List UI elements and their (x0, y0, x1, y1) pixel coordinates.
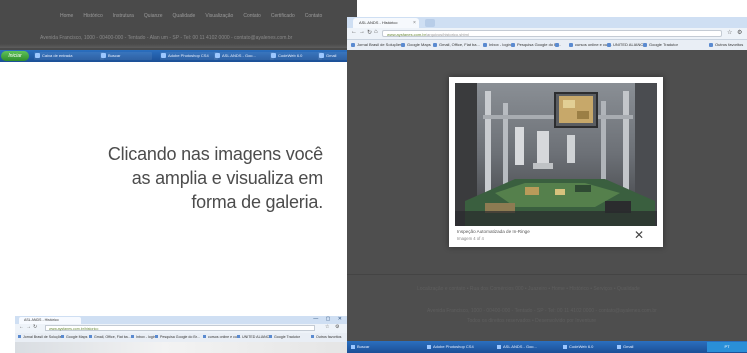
bookmark-item[interactable]: Jornal Brasil de Soluções (351, 41, 402, 49)
nav-link[interactable]: Qualidade (173, 13, 196, 19)
bookmark-item[interactable]: Google Maps (61, 334, 87, 341)
taskbar-item[interactable]: CodeWeb 6.0 (270, 52, 322, 60)
bookmark-item[interactable]: Google Tradutor (643, 41, 678, 49)
forward-icon[interactable]: → (359, 29, 365, 35)
website-nav: Home Histórico Instrutura Quianze Qualid… (60, 13, 322, 19)
bookmark-item[interactable]: Gmail, Office, Fiat ba... (89, 334, 131, 341)
windows-taskbar: Iniciar Caixa de entrada Buscar Adobe Ph… (0, 50, 363, 62)
browser-tab[interactable]: ASL ANDS - Histórico (19, 317, 81, 324)
photo-counter: Imagem 4 of 4 (457, 236, 484, 241)
bookmark-item[interactable]: Outros favoritos (709, 41, 743, 49)
home-icon[interactable]: ⌂ (374, 29, 378, 35)
taskbar-item[interactable]: Adobe Photoshop CS4 (427, 343, 474, 351)
taskbar-item[interactable]: Buscar (351, 343, 369, 351)
bookmark-item[interactable]: Jornal Brasil de Soluções (18, 334, 64, 341)
address-bar[interactable]: www.aysfanes.com.br/arquivos/historico.s… (382, 30, 722, 37)
bookmarks-bar: Jornal Brasil de Soluções Google Maps Gm… (347, 40, 747, 50)
url-host: www.aysfanes.com.br (387, 32, 426, 37)
address-bar[interactable]: www.aysfanes.com.br/historico (45, 325, 315, 331)
wrench-icon[interactable]: ⚙ (335, 324, 339, 330)
page-content (15, 342, 347, 353)
nav-link[interactable]: Contato (243, 13, 261, 19)
bookmark-item[interactable]: cursos online e cur... (569, 41, 612, 49)
taskbar-item[interactable]: Gmail (617, 343, 633, 351)
bookmark-item[interactable]: Gmail, Office, Fiat ba... (433, 41, 480, 49)
browser-tab[interactable]: ASL ANDS - Histórico × (353, 18, 419, 28)
caption-line: forma de galeria. (191, 192, 323, 212)
caption-line: as amplia e visualiza em (131, 168, 323, 188)
footer-divider (347, 274, 747, 275)
url-path: /arquivos/historico.shtml (425, 32, 469, 37)
footer-text: Avenida Francisco, 1000 - 00400-000 - Te… (427, 308, 657, 314)
bookmark-item[interactable]: Google Tradutor (269, 334, 300, 341)
star-icon[interactable]: ☆ (325, 324, 329, 330)
tab-title: ASL ANDS - Histórico (359, 20, 398, 25)
nav-link[interactable]: Quianze (144, 13, 163, 19)
header-fade (0, 44, 357, 48)
instruction-caption: Clicando nas imagens você as amplia e vi… (0, 142, 323, 214)
footer-text: Localização e contato • Rua dos Comércio… (417, 286, 640, 292)
bookmark-item[interactable]: UNITED ALIANCE (607, 41, 646, 49)
taskbar-item[interactable]: Buscar (100, 52, 152, 60)
nav-link[interactable]: Visualização (205, 13, 233, 19)
caption-line: Clicando nas imagens você (107, 144, 323, 164)
reload-icon[interactable]: ↻ (367, 29, 372, 36)
nav-link[interactable]: Home (60, 13, 73, 19)
website-address: Avenida Francisco, 1000 - 00400-000 - Te… (40, 35, 293, 41)
bookmark-item[interactable]: Google Maps (401, 41, 431, 49)
bookmarks-bar: Jornal Brasil de Soluções Google Maps Gm… (15, 333, 347, 342)
nav-link[interactable]: Histórico (83, 13, 102, 19)
bookmark-item[interactable]: Inbox - login (131, 334, 156, 341)
bookmark-item[interactable]: Pesquisa Google do Br... (155, 334, 200, 341)
bookmark-item[interactable]: cursos online e cur... (203, 334, 241, 341)
star-icon[interactable]: ☆ (727, 29, 732, 36)
footer-text: Todos os direitos reservados • Desenvolv… (467, 318, 597, 324)
bookmark-item[interactable]: Inbox - login (483, 41, 511, 49)
taskbar-item[interactable]: ASL ANDS - Goo... (214, 52, 274, 60)
taskbar-item[interactable]: Caixa de entrada (34, 52, 104, 60)
browser-toolbar: ← → ↻ ⌂ www.aysfanes.com.br/arquivos/his… (347, 28, 747, 40)
website-header: Home Histórico Instrutura Quianze Qualid… (0, 0, 357, 50)
gallery-lightbox: Inspeção Automatizada de In-Ringe Imagem… (449, 77, 663, 247)
taskbar-item[interactable]: Adobe Photoshop CS4 (160, 52, 218, 60)
wrench-icon[interactable]: ⚙ (737, 29, 742, 36)
inspection-machine-photo (455, 83, 657, 226)
bookmark-item[interactable]: Pesquisa Google do Br... (511, 41, 561, 49)
taskbar-item[interactable]: ASL ANDS - Goo... (497, 343, 537, 351)
tab-strip: ASL ANDS - Histórico × (347, 17, 747, 28)
nav-link[interactable]: Instrutura (113, 13, 134, 19)
browser-window-bottom: ASL ANDS - Histórico — ▢ ✕ ← → ↻ www.ays… (15, 316, 347, 353)
bookmark-item[interactable]: Outros favoritos (311, 334, 341, 341)
new-tab-button[interactable] (425, 19, 435, 27)
close-tab-icon[interactable]: × (413, 18, 416, 28)
forward-icon[interactable]: → (26, 324, 31, 330)
nav-link[interactable]: Contato (305, 13, 323, 19)
bookmark-item[interactable]: UNITED ALIANCE (237, 334, 272, 341)
start-button[interactable]: Iniciar (1, 51, 29, 61)
tab-strip: ASL ANDS - Histórico — ▢ ✕ (15, 316, 347, 324)
bookmark-item[interactable] (555, 41, 561, 49)
back-icon[interactable]: ← (351, 29, 357, 35)
windows-taskbar-right: Buscar Adobe Photoshop CS4 ASL ANDS - Go… (347, 341, 747, 353)
back-icon[interactable]: ← (19, 324, 24, 330)
browser-toolbar: ← → ↻ www.aysfanes.com.br/historico ☆ ⚙ (15, 324, 347, 333)
close-icon[interactable]: ✕ (634, 229, 644, 241)
window-controls[interactable]: — ▢ ✕ (313, 316, 345, 322)
photo-title: Inspeção Automatizada de In-Ringe (457, 229, 530, 234)
system-tray[interactable]: PT (707, 342, 747, 352)
taskbar-item[interactable]: CodeWeb 6.0 (563, 343, 593, 351)
reload-icon[interactable]: ↻ (33, 324, 37, 330)
gallery-photo[interactable] (455, 83, 657, 226)
nav-link[interactable]: Certificado (271, 13, 295, 19)
